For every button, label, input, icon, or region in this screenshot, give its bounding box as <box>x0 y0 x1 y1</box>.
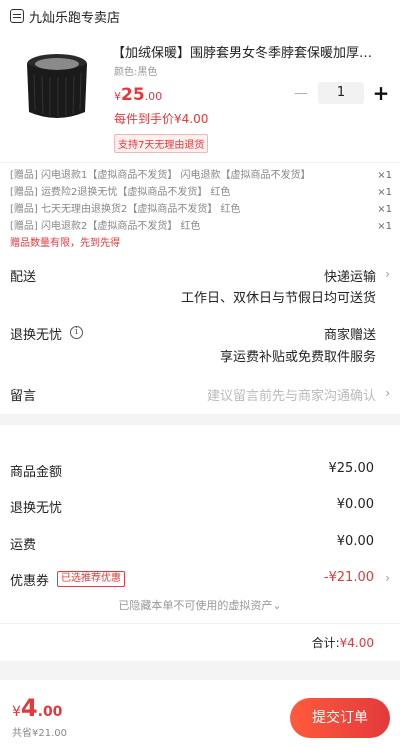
returns-fee-value: ¥0.00 <box>336 497 374 512</box>
gift-text: [赠品] 闪电退款2【虚拟商品不发货】 红色 <box>10 221 201 232</box>
decrease-button[interactable]: − <box>290 82 312 104</box>
gift-item: [赠品] 闪电退款1【虚拟商品不发货】 闪电退款【虚拟商品不发货】 ×1 <box>0 167 400 184</box>
divider <box>0 623 400 624</box>
gift-text: [赠品] 运费险2退换无忧【虚拟商品不发货】 红色 <box>10 187 231 198</box>
total-label: 合计: <box>311 636 340 650</box>
gift-item: [赠品] 七天无理由退换货2【虚拟商品不发货】 红色 ×1 <box>0 201 400 218</box>
shipping-value: ¥0.00 <box>336 534 374 549</box>
gift-count: ×1 <box>377 170 392 181</box>
order-total: 合计:¥4.00 <box>312 634 374 651</box>
memo-label: 留言 <box>10 389 37 404</box>
quantity-stepper: − 1 + <box>290 82 392 104</box>
chevron-right-icon[interactable]: › <box>385 571 390 585</box>
shop-name[interactable]: 九灿乐跑专卖店 <box>29 7 120 26</box>
delivery-sub: 工作日、双休日与节假日均可送货 <box>180 291 376 306</box>
hidden-assets-text: 已隐藏本单不可使用的虚拟资产 <box>118 599 273 612</box>
checkout-bar: ¥4.00 共省¥21.00 提交订单 <box>0 680 400 747</box>
gift-count: ×1 <box>377 221 392 232</box>
coupon-value[interactable]: -¥21.00 <box>324 570 374 585</box>
order-options: 配送 快递运输 › 工作日、双休日与节假日均可送货 退换无忧 i 商家赠送 享运… <box>0 252 400 414</box>
delivery-value[interactable]: 快递运输 <box>324 266 376 285</box>
saved-amount: 共省¥21.00 <box>12 728 67 739</box>
shipping-label: 运费 <box>10 538 37 553</box>
total-value: ¥4.00 <box>339 636 374 650</box>
increase-button[interactable]: + <box>370 82 392 104</box>
price-symbol: ¥ <box>114 90 121 103</box>
product-image[interactable] <box>14 44 100 130</box>
chevron-right-icon[interactable]: › <box>385 267 390 281</box>
product-spec: 颜色:黑色 <box>114 67 158 78</box>
info-icon[interactable]: i <box>70 326 83 339</box>
return-policy-tag: 支持7天无理由退货 <box>114 134 209 153</box>
coupon-tag: 已选推荐优惠 <box>57 571 125 587</box>
gift-count: ×1 <box>377 187 392 198</box>
shop-icon <box>10 9 24 23</box>
memo-input[interactable]: 建议留言前先与商家沟通确认 <box>207 385 376 404</box>
quantity-input[interactable]: 1 <box>318 82 364 104</box>
product-title[interactable]: 【加绒保暖】围脖套男女冬季脖套保暖加厚… <box>112 42 392 61</box>
gift-text: [赠品] 闪电退款1【虚拟商品不发货】 闪电退款【虚拟商品不发货】 <box>10 170 311 181</box>
returns-sub: 享运费补贴或免费取件服务 <box>219 350 376 365</box>
submit-order-button[interactable]: 提交订单 <box>290 698 390 738</box>
chevron-right-icon[interactable]: › <box>385 386 390 400</box>
goods-amount-value: ¥25.00 <box>328 461 375 476</box>
returns-value: 商家赠送 <box>323 328 376 343</box>
gift-list: [赠品] 闪电退款1【虚拟商品不发货】 闪电退款【虚拟商品不发货】 ×1 [赠品… <box>0 162 400 252</box>
pay-integer: 4 <box>20 694 38 722</box>
neck-gaiter-image <box>27 54 87 118</box>
gift-limit-note: 赠品数量有限，先到先得 <box>10 238 120 249</box>
price-decimal: .00 <box>144 90 163 103</box>
gift-text: [赠品] 七天无理由退换货2【虚拟商品不发货】 红色 <box>10 204 241 215</box>
price-summary: 商品金额 ¥25.00 退换无忧 ¥0.00 运费 ¥0.00 优惠券 已选推荐… <box>0 425 400 661</box>
price-integer: 25 <box>121 85 145 105</box>
goods-amount-label: 商品金额 <box>10 465 63 480</box>
hidden-assets-note[interactable]: 已隐藏本单不可使用的虚拟资产⌄ <box>0 597 400 613</box>
returns-fee-label: 退换无忧 <box>10 501 63 516</box>
chevron-down-icon: ⌄ <box>272 599 282 612</box>
gift-count: ×1 <box>377 204 392 215</box>
pay-amount: ¥4.00 <box>12 694 62 722</box>
per-item-price: 每件到手价¥4.00 <box>114 112 209 126</box>
pay-symbol: ¥ <box>12 704 21 720</box>
shop-header[interactable]: 九灿乐跑专卖店 <box>0 0 400 32</box>
gift-item: [赠品] 闪电退款2【虚拟商品不发货】 红色 ×1 <box>0 218 400 235</box>
coupon-label: 优惠券 <box>10 574 50 589</box>
pay-decimal: .00 <box>37 704 63 720</box>
product-price: ¥25.00 <box>114 85 162 105</box>
product-card: 【加绒保暖】围脖套男女冬季脖套保暖加厚… 颜色:黑色 ¥25.00 − 1 + … <box>0 32 400 162</box>
delivery-label: 配送 <box>10 270 37 285</box>
returns-label: 退换无忧 <box>10 328 63 343</box>
gift-item: [赠品] 运费险2退换无忧【虚拟商品不发货】 红色 ×1 <box>0 184 400 201</box>
